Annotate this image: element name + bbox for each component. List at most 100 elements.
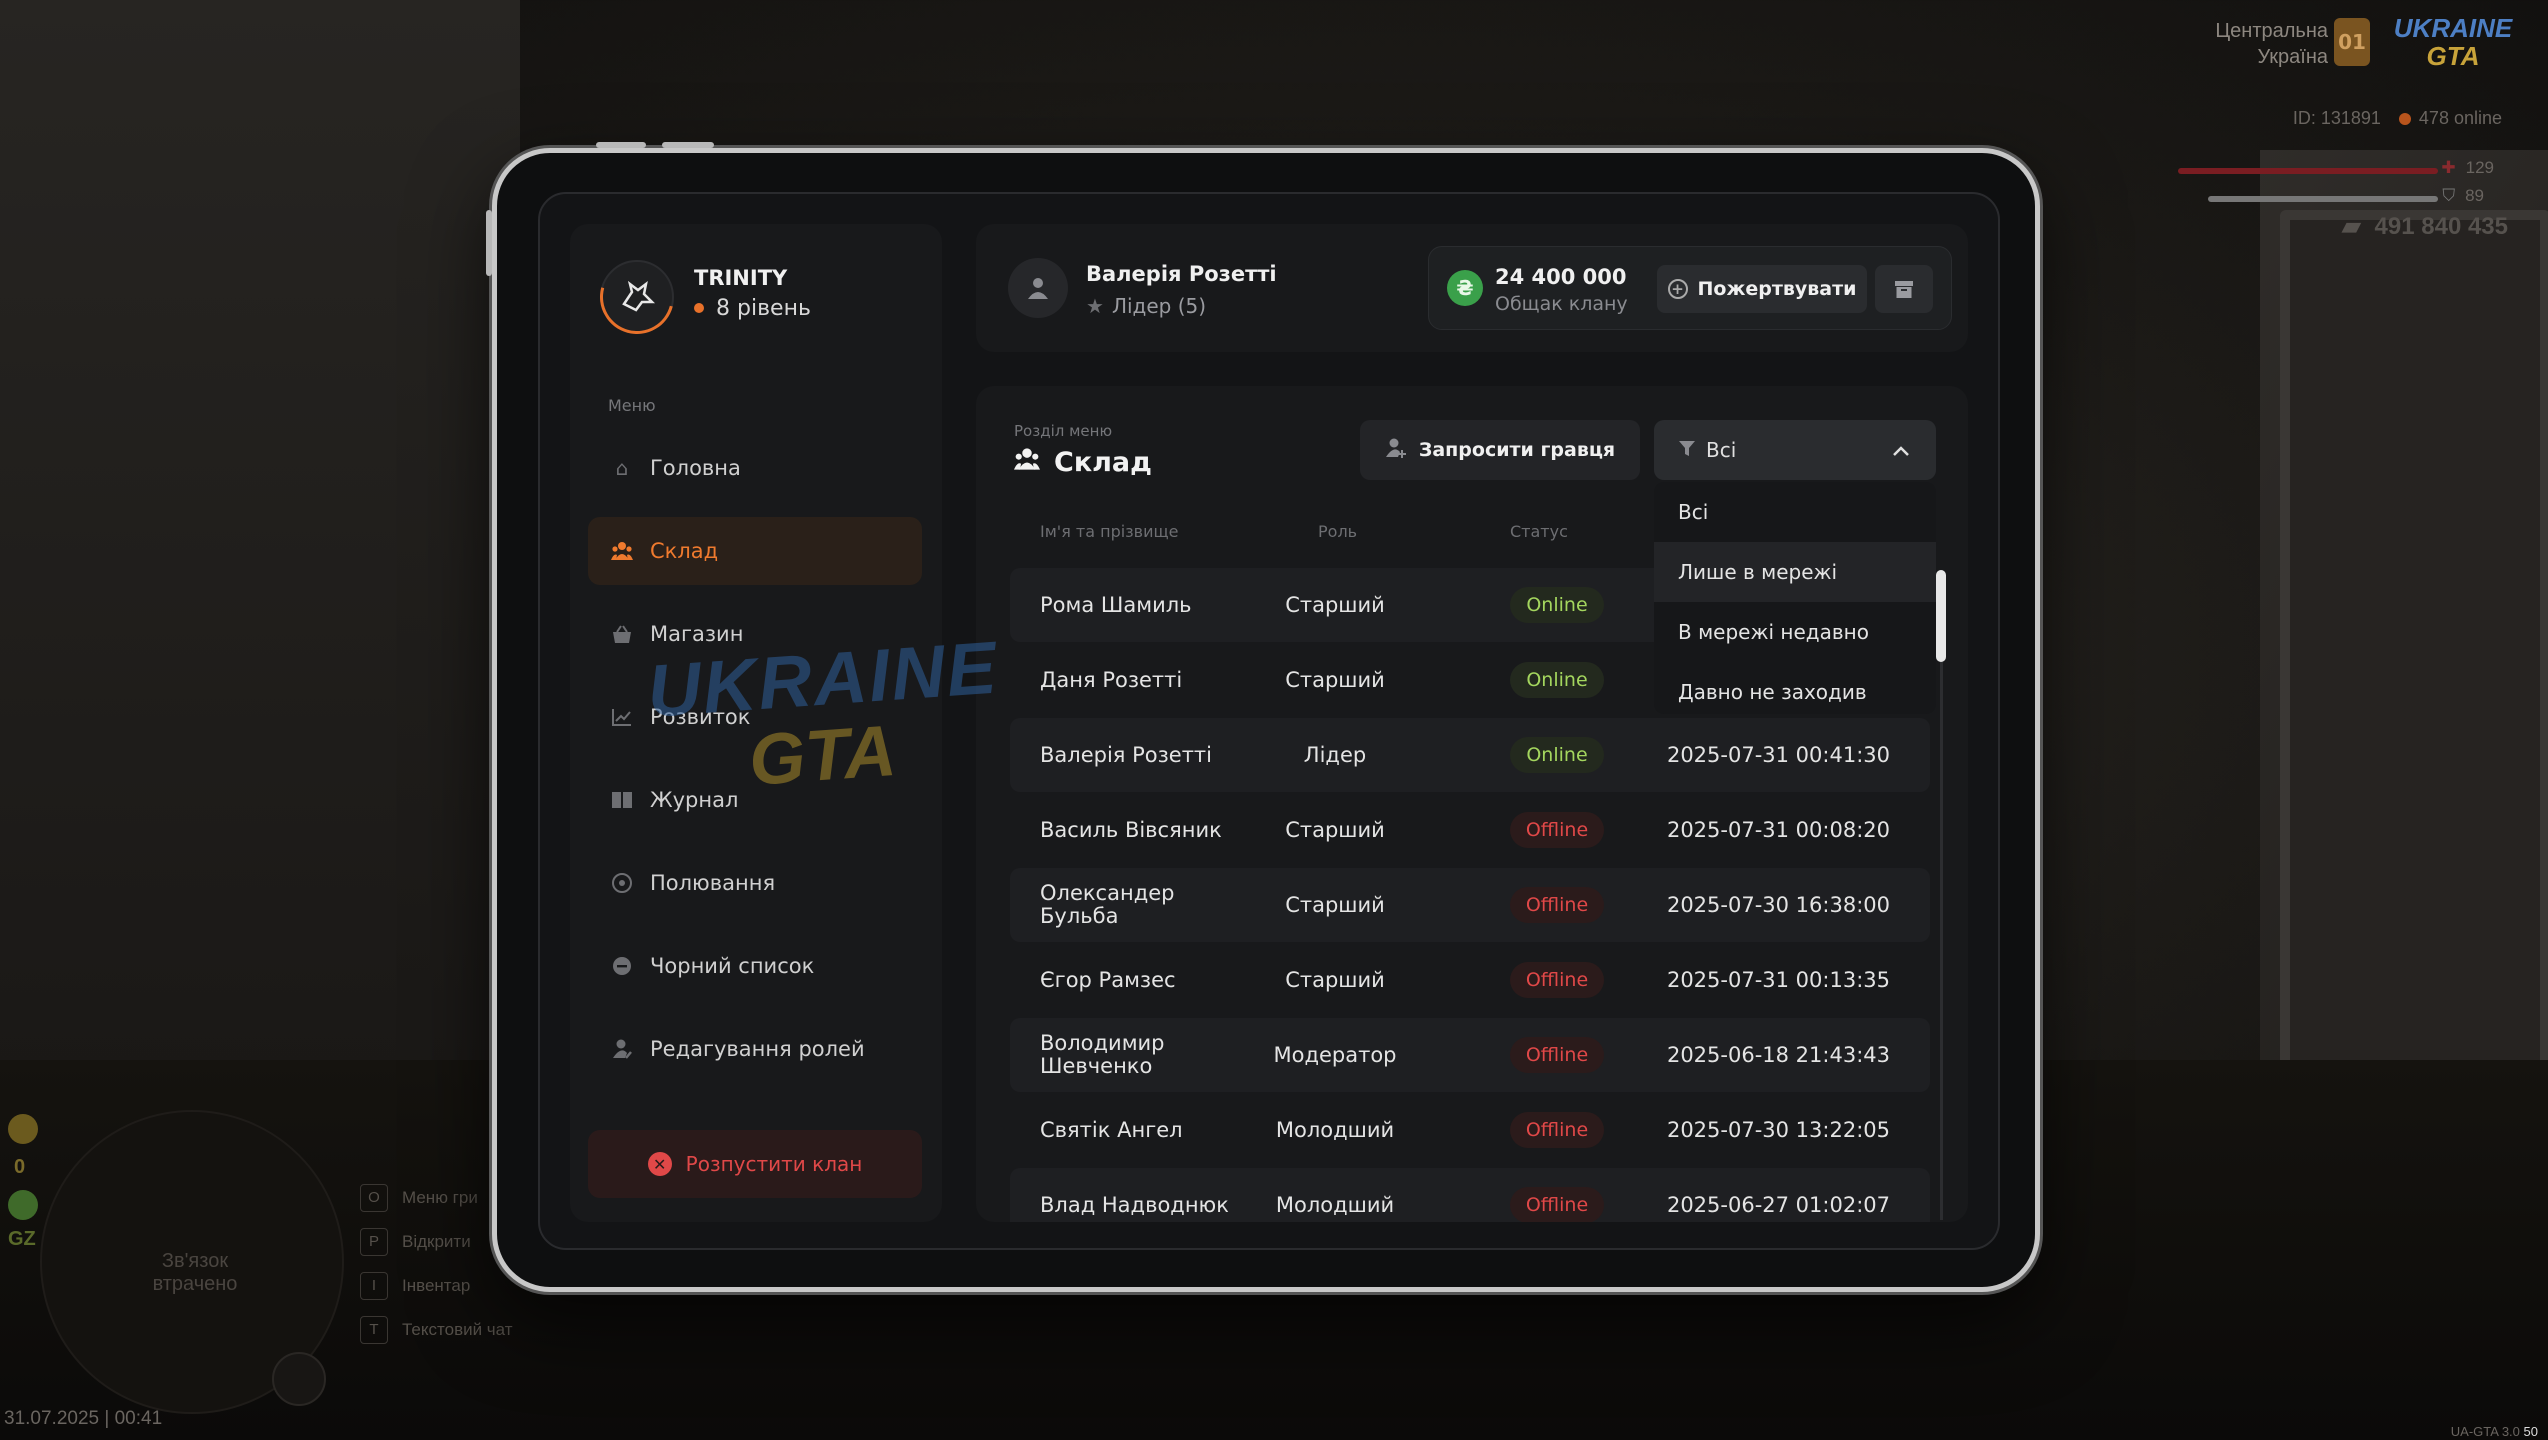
bank-label: Общак клану [1495, 293, 1628, 315]
menu-label: Меню [608, 396, 656, 415]
filter-option-online[interactable]: Лише в мережі [1654, 542, 1936, 602]
key-hint: O Меню гри [360, 1176, 513, 1220]
bank-amount: 24 400 000 [1495, 265, 1627, 289]
member-role: Старший [1285, 593, 1385, 617]
column-header-status[interactable]: Статус [1510, 522, 1568, 541]
sidebar-item-label: Магазин [650, 622, 744, 646]
member-name: Валерія Розетті [1040, 742, 1212, 767]
sidebar-item-hunting[interactable]: Полювання [588, 849, 922, 917]
hud-logo-bottom: GTA [2426, 41, 2480, 71]
table-row[interactable]: Василь Вівсяник Старший Offline 2025-07-… [1010, 793, 1930, 867]
invite-player-button[interactable]: Запросити гравця [1360, 420, 1640, 480]
storage-box-button[interactable] [1875, 265, 1933, 313]
status-badge: Online [1510, 587, 1604, 623]
table-row[interactable]: Святік Ангел Молодший Offline 2025-07-30… [1010, 1093, 1930, 1167]
people-icon [610, 539, 634, 563]
member-role: Молодший [1275, 1118, 1395, 1142]
member-role: Старший [1285, 668, 1385, 692]
health-icon: ✚ [2441, 158, 2456, 177]
member-name: Олександер Бульба [1040, 881, 1175, 928]
filter-option-all[interactable]: Всі [1654, 482, 1936, 542]
people-icon [1014, 446, 1040, 478]
status-badge: Offline [1510, 887, 1604, 923]
shield-icon: ⛉ [2442, 186, 2456, 205]
member-role: Модератор [1273, 1043, 1397, 1067]
column-header-name[interactable]: Ім'я та прізвище [1040, 522, 1178, 541]
member-last-seen: 2025-07-31 00:41:30 [1666, 743, 1890, 767]
hud-side-icon-2 [8, 1190, 38, 1220]
sidebar-item-label: Чорний список [650, 954, 815, 978]
hud-armor-bar [2208, 196, 2438, 202]
donate-button[interactable]: + Пожертвувати [1657, 265, 1867, 313]
tablet-button-top-1 [596, 142, 646, 148]
hud-player-info: ID: 131891 478 online [2293, 108, 2502, 129]
status-filter-select[interactable]: Всі [1654, 420, 1936, 480]
invite-player-label: Запросити гравця [1418, 439, 1616, 461]
status-badge: Online [1510, 662, 1604, 698]
members-panel: Розділ меню Склад Запросити гравця Всі І… [976, 386, 1968, 1222]
status-badge: Offline [1510, 1187, 1604, 1222]
tablet-screen: TRINITY 8 рівень Меню ⌂ Головна Склад Маг… [538, 192, 2000, 1250]
hryvnia-coin-icon: ₴ [1447, 270, 1483, 306]
member-last-seen: 2025-06-18 21:43:43 [1666, 1043, 1890, 1067]
hud-online-count: 478 online [2418, 108, 2502, 128]
filter-option-long-ago[interactable]: Давно не заходив [1654, 662, 1936, 722]
scrollbar-track[interactable] [1940, 570, 1943, 1220]
sidebar-item-roles[interactable]: Редагування ролей [588, 1015, 922, 1083]
sidebar-item-warehouse[interactable]: Склад [588, 517, 922, 585]
level-dot-icon [694, 303, 704, 313]
sidebar-nav: ⌂ Головна Склад Магазин Розвиток Журнал … [588, 434, 922, 1098]
status-badge: Offline [1510, 962, 1604, 998]
section-subtitle: Розділ меню [1014, 422, 1113, 440]
user-edit-icon [610, 1037, 634, 1061]
member-last-seen: 2025-06-27 01:02:07 [1666, 1193, 1890, 1217]
hud-region-badge: 01 [2334, 18, 2370, 66]
table-row[interactable]: Олександер Бульба Старший Offline 2025-0… [1010, 868, 1930, 942]
sidebar-item-home[interactable]: ⌂ Головна [588, 434, 922, 502]
clan-emblem-icon [622, 280, 656, 312]
book-icon [610, 788, 634, 812]
filter-option-recent[interactable]: В мережі недавно [1654, 602, 1936, 662]
member-last-seen: 2025-07-31 00:13:35 [1666, 968, 1890, 992]
table-row[interactable]: Єгор Рамзес Старший Offline 2025-07-31 0… [1010, 943, 1930, 1017]
sidebar-item-label: Розвиток [650, 705, 751, 729]
sidebar: TRINITY 8 рівень Меню ⌂ Головна Склад Маг… [570, 224, 942, 1222]
clan-name: TRINITY [694, 266, 788, 290]
sidebar-item-journal[interactable]: Журнал [588, 766, 922, 834]
hud-money: ▰ 491 840 435 [2342, 213, 2508, 240]
microphone-icon [272, 1352, 326, 1406]
column-header-role[interactable]: Роль [1318, 522, 1357, 541]
hud-datetime: 31.07.2025 | 00:41 [4, 1408, 163, 1429]
user-avatar [1008, 258, 1068, 318]
member-name: Рома Шамиль [1040, 592, 1192, 617]
close-icon: ✕ [647, 1152, 672, 1176]
hud-logo-top: UKRAINE [2393, 13, 2513, 43]
hud-side-icon-1 [8, 1114, 38, 1144]
member-last-seen: 2025-07-30 16:38:00 [1666, 893, 1890, 917]
member-name: Єгор Рамзес [1040, 967, 1176, 992]
member-last-seen: 2025-07-31 00:08:20 [1666, 818, 1890, 842]
plus-circle-icon: + [1667, 279, 1688, 299]
key-hint: I Інвентар [360, 1264, 513, 1308]
key-hint: T Текстовий чат [360, 1308, 513, 1352]
table-row[interactable]: Валерія Розетті Лідер Online 2025-07-31 … [1010, 718, 1930, 792]
hud-key-hints: O Меню гри P Відкрити I Інвентар T Текстовий… [360, 1176, 513, 1352]
sidebar-item-development[interactable]: Розвиток [588, 683, 922, 751]
disband-clan-label: Розпустити клан [685, 1152, 863, 1176]
disband-clan-button[interactable]: ✕ Розпустити клан [588, 1130, 922, 1198]
sidebar-item-shop[interactable]: Магазин [588, 600, 922, 668]
sidebar-item-label: Журнал [650, 788, 739, 812]
hud-region: Центральна Україна [2215, 18, 2328, 70]
add-user-icon [1385, 437, 1407, 464]
sidebar-item-blacklist[interactable]: Чорний список [588, 932, 922, 1000]
target-icon [610, 871, 634, 895]
chart-icon [610, 705, 634, 729]
table-row[interactable]: Володимир Шевченко Модератор Offline 202… [1010, 1018, 1930, 1092]
profile-header: Валерія Розетті ★ Лідер (5) ₴ 24 400 000 … [976, 224, 1968, 352]
scrollbar-thumb[interactable] [1936, 570, 1946, 662]
member-name: Василь Вівсяник [1040, 817, 1222, 842]
member-last-seen: 2025-07-30 13:22:05 [1666, 1118, 1890, 1142]
status-badge: Offline [1510, 812, 1604, 848]
box-icon [1895, 281, 1913, 298]
table-row[interactable]: Влад Надводнюк Молодший Offline 2025-06-… [1010, 1168, 1930, 1222]
